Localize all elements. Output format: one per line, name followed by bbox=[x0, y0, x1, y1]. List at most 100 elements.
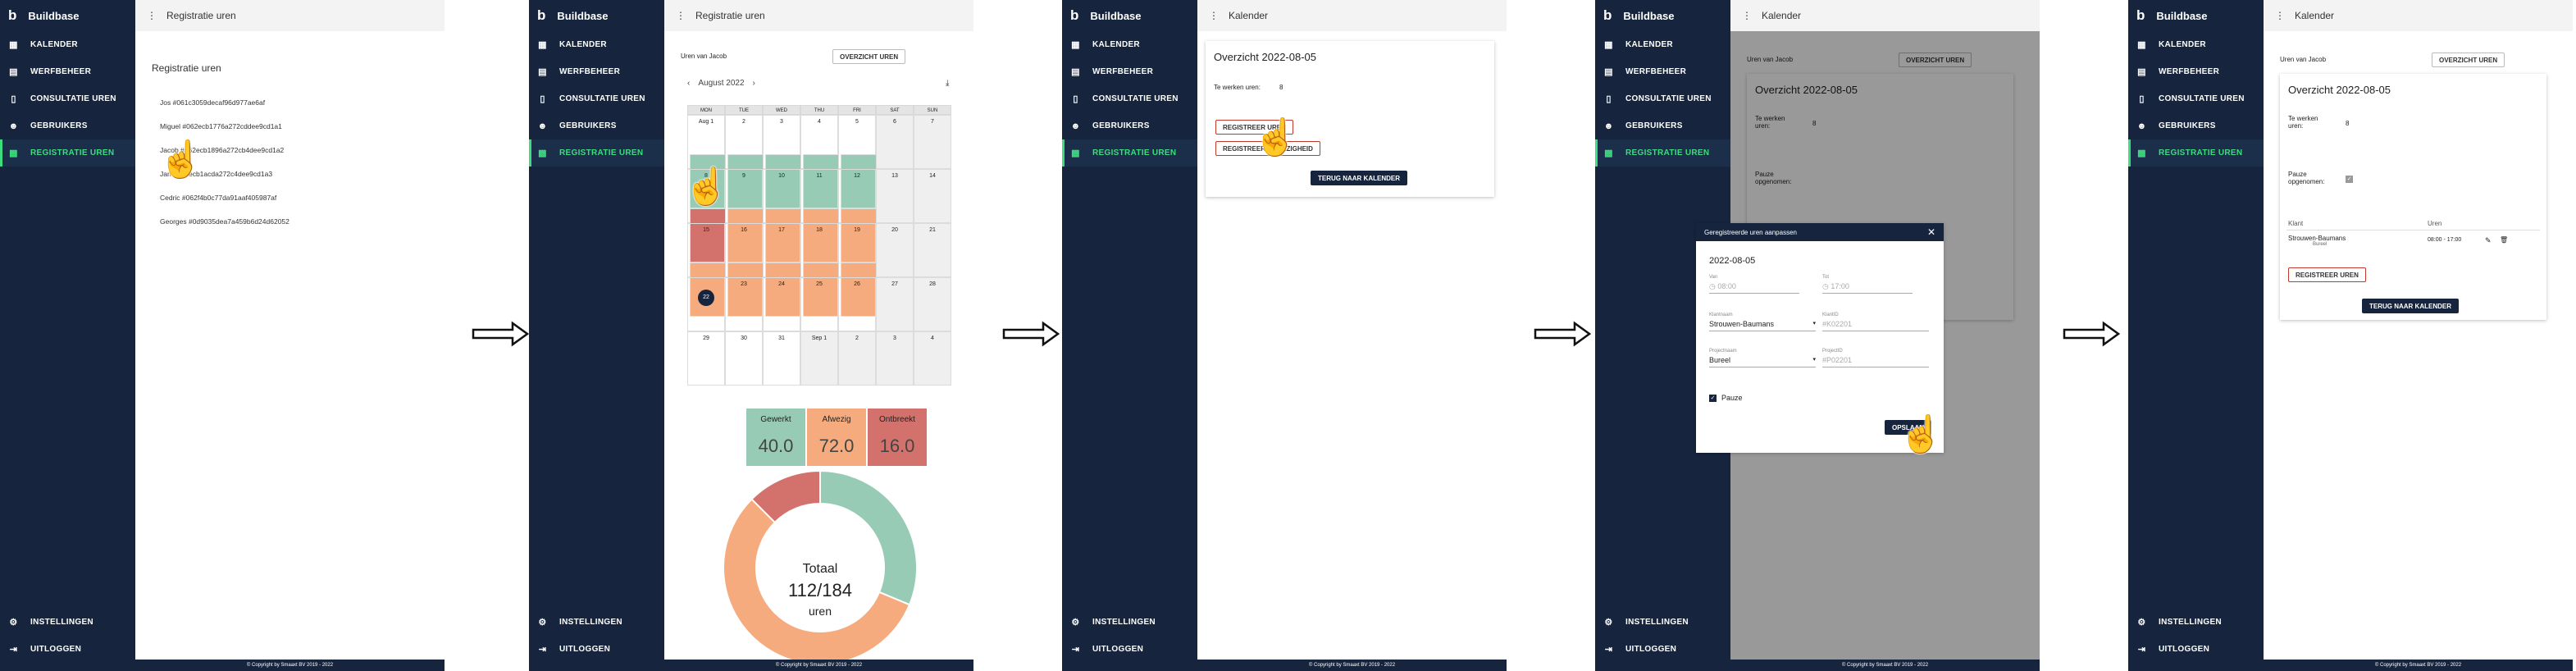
calendar-day-cell[interactable]: 20 bbox=[876, 223, 914, 277]
user-list-item[interactable]: Georges #0d9035dea7a459b6d24d62052 bbox=[160, 210, 290, 234]
sidebar-item-consultatie-uren[interactable]: ▯ CONSULTATIE UREN bbox=[1062, 85, 1197, 112]
calendar-day-cell[interactable]: 28 bbox=[914, 277, 951, 331]
sidebar-item-gebruikers[interactable]: ☻ GEBRUIKERS bbox=[2128, 112, 2264, 139]
sidebar-item-werfbeheer[interactable]: ▤ WERFBEHEER bbox=[2128, 58, 2264, 85]
sidebar-item-consultatie-uren[interactable]: ▯ CONSULTATIE UREN bbox=[2128, 85, 2264, 112]
calendar-day-cell[interactable]: 30 bbox=[725, 331, 763, 386]
sidebar-item-instellingen[interactable]: ⚙ INSTELLINGEN bbox=[2128, 609, 2264, 636]
calendar-day-cell[interactable]: 9 bbox=[725, 169, 764, 262]
sidebar-item-werfbeheer[interactable]: ▤ WERFBEHEER bbox=[0, 58, 135, 85]
calendar-day-cell[interactable]: 3 bbox=[876, 331, 914, 386]
sidebar-item-gebruikers[interactable]: ☻ GEBRUIKERS bbox=[0, 112, 135, 139]
sidebar-item-werfbeheer[interactable]: ▤ WERFBEHEER bbox=[1595, 58, 1730, 85]
menu-icon[interactable]: ⋮ bbox=[1209, 10, 1219, 21]
sidebar-item-gebruikers[interactable]: ☻ GEBRUIKERS bbox=[1595, 112, 1730, 139]
overzicht-uren-button[interactable]: OVERZICHT UREN bbox=[832, 49, 906, 64]
chevron-left-icon[interactable]: ‹ bbox=[687, 79, 690, 88]
sidebar-item-registratie-uren[interactable]: ▩ REGISTRATIE UREN bbox=[529, 139, 664, 167]
sidebar-item-uitloggen[interactable]: ⇥ UITLOGGEN bbox=[1062, 636, 1197, 663]
sidebar-item-registratie-uren[interactable]: ▩ REGISTRATIE UREN bbox=[1595, 139, 1730, 167]
calendar-day-cell[interactable]: 27 bbox=[876, 277, 914, 331]
sidebar-item-uitloggen[interactable]: ⇥ UITLOGGEN bbox=[1595, 636, 1730, 663]
sidebar-item-instellingen[interactable]: ⚙ INSTELLINGEN bbox=[0, 609, 135, 636]
calendar-day-cell[interactable]: 23 bbox=[725, 277, 763, 331]
calendar-day-cell[interactable]: 2 bbox=[725, 115, 764, 208]
menu-icon[interactable]: ⋮ bbox=[676, 10, 686, 21]
calendar-day-cell[interactable]: 4 bbox=[800, 115, 839, 208]
calendar-day-cell[interactable]: 6 bbox=[876, 115, 914, 169]
sidebar-item-werfbeheer[interactable]: ▤ WERFBEHEER bbox=[1062, 58, 1197, 85]
sidebar-item-instellingen[interactable]: ⚙ INSTELLINGEN bbox=[529, 609, 664, 636]
brand[interactable]: b Buildbase bbox=[529, 0, 664, 31]
menu-icon[interactable]: ⋮ bbox=[147, 10, 157, 21]
calendar-day-cell[interactable]: 26 bbox=[838, 277, 876, 331]
sidebar-item-registratie-uren[interactable]: ▩ REGISTRATIE UREN bbox=[2128, 139, 2264, 167]
brand[interactable]: b Buildbase bbox=[2128, 0, 2264, 31]
calendar-day-cell[interactable]: 3 bbox=[763, 115, 801, 208]
calendar-day-cell[interactable]: 29 bbox=[687, 331, 725, 386]
sidebar-item-kalender[interactable]: ▦ KALENDER bbox=[1595, 31, 1730, 58]
calendar-day-cell[interactable]: 14 bbox=[914, 169, 951, 223]
sidebar-item-registratie-uren[interactable]: ▩ REGISTRATIE UREN bbox=[0, 139, 135, 167]
calendar-day-cell[interactable]: 13 bbox=[876, 169, 914, 223]
calendar-day-cell[interactable]: 15 bbox=[687, 223, 726, 317]
calendar-day-cell[interactable]: 5 bbox=[838, 115, 877, 208]
calendar-day-cell[interactable]: 22 bbox=[687, 277, 725, 331]
close-icon[interactable]: ✕ bbox=[1927, 226, 1935, 238]
klantnaam-select[interactable]: Klantnaam Strouwen-Baumans ▾ bbox=[1709, 313, 1816, 331]
sidebar-item-uitloggen[interactable]: ⇥ UITLOGGEN bbox=[0, 636, 135, 663]
sidebar-item-consultatie-uren[interactable]: ▯ CONSULTATIE UREN bbox=[1595, 85, 1730, 112]
calendar-day-cell[interactable]: 25 bbox=[800, 277, 838, 331]
download-icon[interactable]: ⤓ bbox=[946, 79, 949, 88]
calendar-day-cell[interactable]: Sep 1 bbox=[800, 331, 838, 386]
sidebar-item-gebruikers[interactable]: ☻ GEBRUIKERS bbox=[1062, 112, 1197, 139]
projectnaam-select[interactable]: Projectnaam Bureel ▾ bbox=[1709, 349, 1816, 367]
checkbox-checked-icon[interactable]: ✓ bbox=[2346, 176, 2353, 183]
brand[interactable]: b Buildbase bbox=[1062, 0, 1197, 31]
sidebar-item-werfbeheer[interactable]: ▤ WERFBEHEER bbox=[529, 58, 664, 85]
sidebar-item-kalender[interactable]: ▦ KALENDER bbox=[0, 31, 135, 58]
sidebar-item-kalender[interactable]: ▦ KALENDER bbox=[1062, 31, 1197, 58]
sidebar-item-uitloggen[interactable]: ⇥ UITLOGGEN bbox=[2128, 636, 2264, 663]
edit-icon[interactable]: ✎ bbox=[2485, 236, 2492, 245]
calendar-day-cell[interactable]: 16 bbox=[725, 223, 764, 317]
calendar-day-cell[interactable]: 4 bbox=[914, 331, 951, 386]
brand[interactable]: b Buildbase bbox=[1595, 0, 1730, 31]
calendar-day-cell[interactable]: 11 bbox=[800, 169, 839, 262]
calendar-day-cell[interactable]: 19 bbox=[838, 223, 877, 317]
sidebar-item-consultatie-uren[interactable]: ▯ CONSULTATIE UREN bbox=[529, 85, 664, 112]
menu-icon[interactable]: ⋮ bbox=[2275, 10, 2285, 21]
pauze-checkbox[interactable]: ✓ Pauze bbox=[1709, 394, 1743, 402]
user-list-item[interactable]: Cedric #062f4b0c77da91aaf405987af bbox=[160, 186, 290, 210]
sidebar-item-instellingen[interactable]: ⚙ INSTELLINGEN bbox=[1062, 609, 1197, 636]
terug-naar-kalender-button[interactable]: TERUG NAAR KALENDER bbox=[2362, 299, 2459, 313]
chevron-right-icon[interactable]: › bbox=[753, 79, 755, 88]
sidebar-item-kalender[interactable]: ▦ KALENDER bbox=[2128, 31, 2264, 58]
tot-field[interactable]: Tot ◷ 17:00 bbox=[1822, 275, 1913, 294]
terug-naar-kalender-button[interactable]: TERUG NAAR KALENDER bbox=[1311, 171, 1407, 185]
calendar-day-cell[interactable]: Aug 1 bbox=[687, 115, 726, 208]
calendar-day-cell[interactable]: 21 bbox=[914, 223, 951, 277]
registreer-uren-button[interactable]: REGISTREER UREN bbox=[2288, 267, 2366, 282]
menu-icon[interactable]: ⋮ bbox=[1742, 10, 1752, 21]
calendar-day-cell[interactable]: 2 bbox=[838, 331, 876, 386]
calendar-day-cell[interactable]: 7 bbox=[914, 115, 951, 169]
calendar-day-cell[interactable]: 24 bbox=[763, 277, 800, 331]
brand[interactable]: b Buildbase bbox=[0, 0, 135, 31]
sidebar-item-registratie-uren[interactable]: ▩ REGISTRATIE UREN bbox=[1062, 139, 1197, 167]
sidebar-item-gebruikers[interactable]: ☻ GEBRUIKERS bbox=[529, 112, 664, 139]
user-list-item[interactable]: Jos #061c3059decaf96d977ae6af bbox=[160, 91, 290, 115]
overzicht-uren-button[interactable]: OVERZICHT UREN bbox=[2432, 52, 2505, 67]
user-list-item[interactable]: Miguel #062ecb1776a272cddee9cd1a1 bbox=[160, 115, 290, 139]
calendar-day-cell[interactable]: 31 bbox=[763, 331, 800, 386]
calendar-day-cell[interactable]: 17 bbox=[763, 223, 801, 317]
sidebar-item-consultatie-uren[interactable]: ▯ CONSULTATIE UREN bbox=[0, 85, 135, 112]
sidebar-item-uitloggen[interactable]: ⇥ UITLOGGEN bbox=[529, 636, 664, 663]
calendar-day-cell[interactable]: 18 bbox=[800, 223, 839, 317]
sidebar-item-kalender[interactable]: ▦ KALENDER bbox=[529, 31, 664, 58]
sidebar-item-instellingen[interactable]: ⚙ INSTELLINGEN bbox=[1595, 609, 1730, 636]
calendar-day-cell[interactable]: 10 bbox=[763, 169, 801, 262]
van-field[interactable]: Van ◷ 08:00 bbox=[1709, 275, 1799, 294]
calendar-day-cell[interactable]: 12 bbox=[838, 169, 877, 262]
delete-icon[interactable]: 🗑 bbox=[2500, 236, 2508, 244]
